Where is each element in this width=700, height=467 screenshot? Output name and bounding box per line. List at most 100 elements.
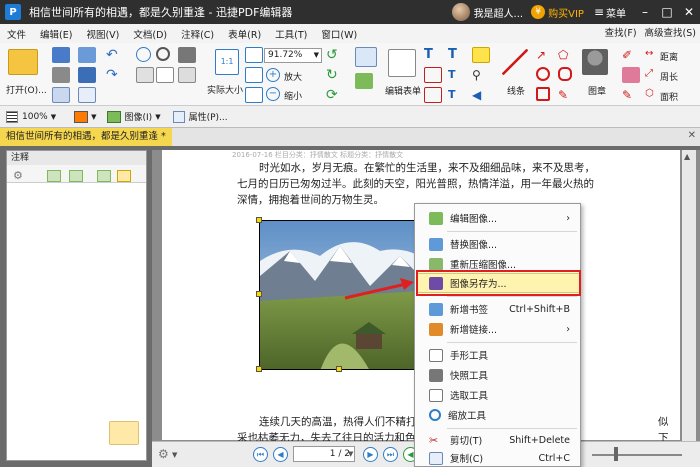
zoom-in-label[interactable]: 放大 [284, 70, 302, 83]
resize-handle-ml[interactable] [256, 291, 262, 297]
perimeter-label[interactable]: 周长 [660, 70, 678, 83]
distance-label[interactable]: 距离 [660, 50, 678, 63]
pencil-icon[interactable]: ✎ [558, 87, 576, 103]
zoom-slider[interactable] [592, 454, 682, 456]
camera-icon[interactable] [178, 47, 196, 63]
refresh-icon[interactable]: ⟳ [326, 87, 344, 103]
previous-page-button[interactable]: ◀ [273, 447, 288, 462]
menu-item-hand-tool[interactable]: 手形工具 [415, 345, 580, 365]
first-page-button[interactable]: ⏮ [253, 447, 268, 462]
page-number-input[interactable]: 1 / 2 [293, 446, 355, 462]
menu-comment[interactable]: 注释(C) [174, 27, 221, 41]
scroll-up-icon[interactable]: ▲ [684, 152, 690, 161]
typewriter-icon[interactable]: T [448, 47, 466, 63]
resize-handle-bl[interactable] [256, 366, 262, 372]
eraser-icon[interactable] [622, 67, 640, 83]
menu-item-cut[interactable]: ✂ 剪切(T) Shift+Delete [415, 430, 580, 450]
text-tool-icon[interactable]: T [424, 47, 442, 63]
marker-icon[interactable]: ✎ [622, 87, 640, 103]
properties-icon[interactable] [172, 110, 185, 123]
chevron-down-icon[interactable]: ▼ [51, 113, 56, 121]
vip-icon[interactable]: ¥ [531, 5, 546, 19]
distance-icon[interactable]: ↔ [645, 49, 655, 59]
fit-width-icon[interactable] [245, 67, 263, 83]
image-tool-icon[interactable] [106, 110, 121, 123]
menu-window[interactable]: 窗口(W) [314, 27, 364, 41]
menu-item-copy[interactable]: 复制(C) Ctrl+C [415, 448, 580, 467]
close-tab-icon[interactable]: ✕ [688, 130, 696, 141]
open-folder-icon[interactable] [8, 49, 38, 75]
import-icon[interactable] [47, 170, 61, 182]
actual-size-icon[interactable]: 1:1 [215, 49, 239, 75]
area-label[interactable]: 面积 [660, 90, 678, 103]
image-tool-label[interactable]: 图像(I) [125, 110, 153, 123]
note-icon[interactable] [472, 47, 490, 63]
menu-item-select-tool[interactable]: 选取工具 [415, 385, 580, 405]
menu-item-replace-image[interactable]: 替换图像... [415, 234, 580, 254]
menu-item-snapshot-tool[interactable]: 快照工具 [415, 365, 580, 385]
chevron-down-icon[interactable]: ▼ [91, 113, 96, 121]
menu-file[interactable]: 文件 [0, 27, 33, 41]
circle-icon[interactable] [536, 67, 550, 81]
rotate-left-icon[interactable]: ↺ [326, 47, 344, 63]
opacity-value[interactable]: 100% [22, 112, 48, 122]
properties-label[interactable]: 属性(P)... [189, 110, 228, 123]
vertical-scrollbar[interactable]: ▲ [682, 150, 696, 441]
avatar[interactable] [451, 3, 470, 21]
zoom-out-label[interactable]: 缩小 [284, 89, 302, 102]
reply-icon[interactable] [97, 170, 111, 182]
chevron-down-icon[interactable]: ▼ [155, 113, 160, 121]
highlighter-icon[interactable]: ✐ [622, 47, 640, 63]
menu-form[interactable]: 表单(R) [221, 27, 268, 41]
callout-icon[interactable] [424, 87, 442, 103]
export-icon[interactable] [69, 170, 83, 182]
select-icon[interactable] [178, 67, 196, 83]
menu-edit[interactable]: 编辑(E) [33, 27, 79, 41]
resize-handle-bm[interactable] [336, 366, 342, 372]
fit-visible-icon[interactable] [245, 87, 263, 103]
fill-icon[interactable] [78, 67, 96, 83]
area-icon[interactable]: ⬡ [645, 89, 655, 99]
rotate-right-icon[interactable]: ↻ [326, 67, 344, 83]
buy-vip-link[interactable]: 购买VIP [548, 5, 584, 20]
zoom-glass-icon[interactable] [156, 47, 170, 61]
hand-icon[interactable] [156, 67, 174, 83]
menu-item-edit-image[interactable]: 编辑图像... › [415, 208, 580, 228]
save-icon[interactable] [52, 47, 70, 63]
back-icon[interactable] [136, 47, 151, 62]
sound-icon[interactable]: ◀ [472, 87, 490, 103]
chevron-down-icon[interactable]: ▼ [348, 450, 353, 458]
zoom-out-icon[interactable]: − [266, 87, 280, 101]
perimeter-icon[interactable]: ⤢ [645, 69, 655, 79]
open-label[interactable]: 打开(O)... [6, 83, 47, 96]
hamburger-icon[interactable]: ≡ [594, 5, 604, 19]
print-icon[interactable] [52, 67, 70, 83]
text-box-icon[interactable]: T [448, 67, 466, 83]
fill-color-swatch[interactable] [74, 110, 89, 123]
line-icon[interactable] [502, 49, 528, 75]
menu-item-add-link[interactable]: 新增链接... › [415, 319, 580, 339]
edit-form-icon[interactable] [388, 49, 416, 77]
actual-size-label[interactable]: 实际大小 [207, 83, 243, 96]
edit-content-icon[interactable] [355, 47, 377, 67]
cloud-icon[interactable] [558, 67, 572, 81]
arrow-icon[interactable]: ↗ [536, 47, 554, 63]
stamp-icon[interactable] [582, 49, 608, 75]
square-icon[interactable] [536, 87, 550, 101]
close-button[interactable]: ✕ [678, 5, 700, 19]
redo-icon[interactable]: ↷ [106, 67, 124, 83]
main-menu-button[interactable]: 菜单 [606, 5, 626, 20]
last-page-button[interactable]: ⏭ [383, 447, 398, 462]
zoom-in-icon[interactable]: + [266, 68, 280, 82]
cut-icon[interactable] [78, 47, 96, 63]
find-button[interactable]: 查找(F) [605, 25, 637, 39]
polygon-icon[interactable]: ⬠ [558, 47, 576, 63]
menu-view[interactable]: 视图(V) [79, 27, 126, 41]
document-tab[interactable]: 相信世间所有的相遇，都是久别重逢 * [0, 128, 172, 146]
strikeout-icon[interactable]: T [448, 87, 466, 103]
edit-form-label[interactable]: 编辑表单 [385, 84, 421, 97]
select-text-icon[interactable] [136, 67, 154, 83]
maximize-button[interactable]: □ [656, 5, 678, 19]
lines-label[interactable]: 线条 [507, 84, 525, 97]
undo-icon[interactable]: ↶ [106, 47, 124, 63]
